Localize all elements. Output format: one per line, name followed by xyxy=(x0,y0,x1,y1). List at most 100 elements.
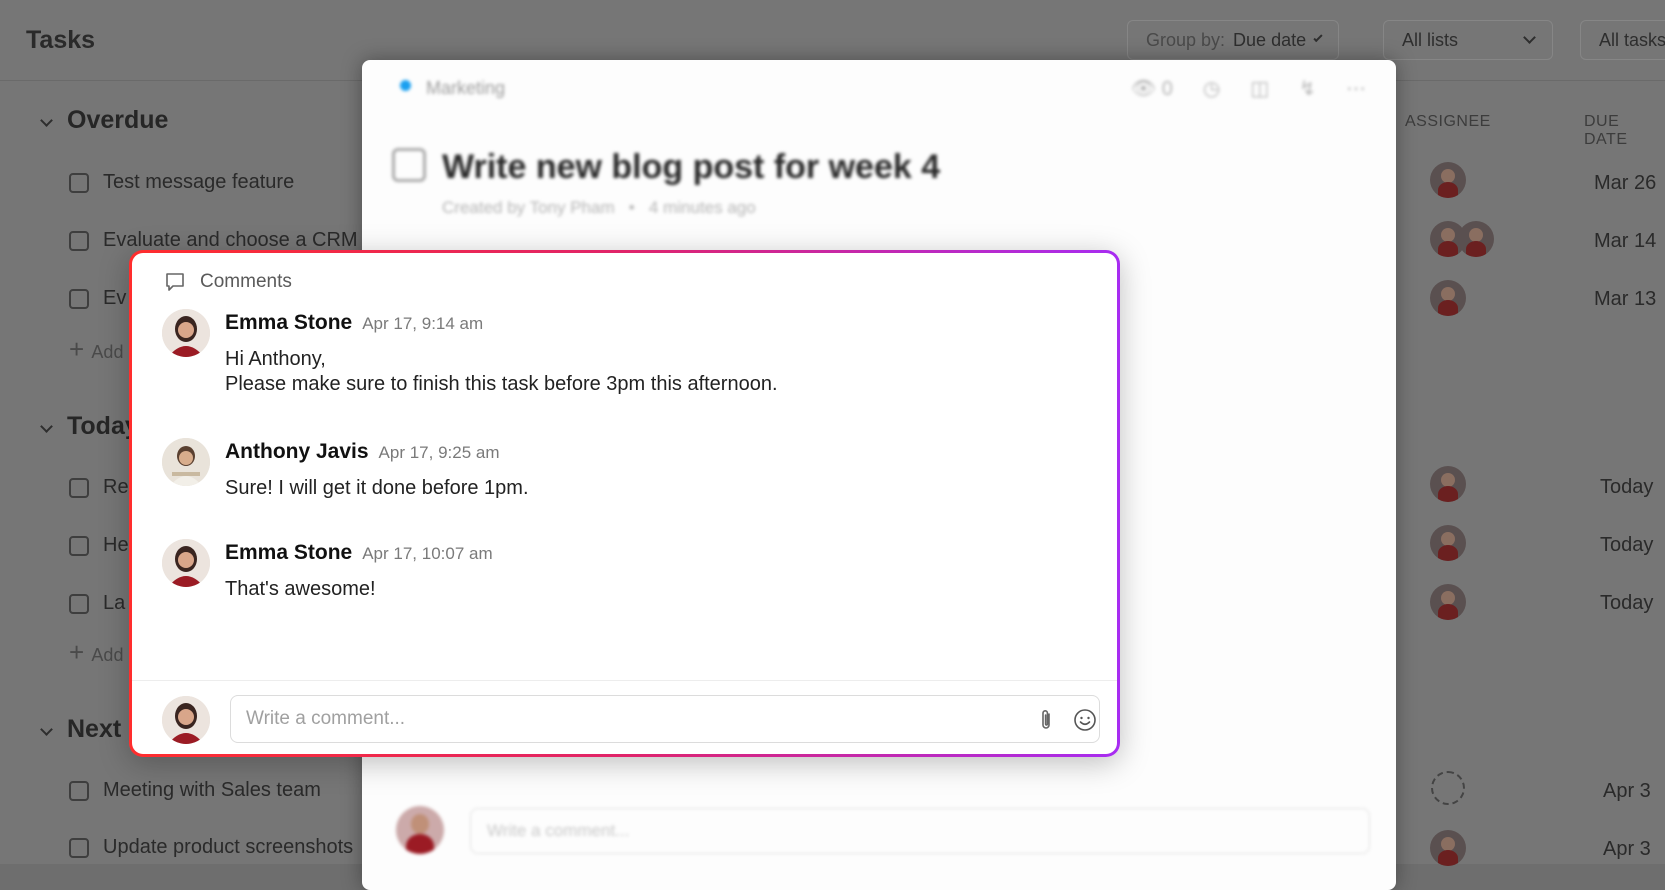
due-date[interactable]: Apr 3 xyxy=(1603,838,1651,861)
task-name: Meeting with Sales team xyxy=(103,779,321,801)
tasks-filter-dropdown[interactable]: All tasks xyxy=(1580,20,1665,60)
task-name: Ev xyxy=(103,287,127,309)
lists-filter-dropdown[interactable]: All lists xyxy=(1383,20,1553,60)
task-row[interactable]: Evaluate and choose a CRM xyxy=(69,229,358,252)
add-task-button[interactable]: + Add xyxy=(69,637,123,668)
comment-author: Emma Stone Apr 17, 9:14 am xyxy=(225,311,484,334)
column-header-due-date: DUE DATE xyxy=(1584,113,1628,148)
task-name: He xyxy=(103,534,129,556)
assignee-avatar[interactable] xyxy=(1430,830,1466,866)
task-checkbox[interactable] xyxy=(69,780,89,801)
section-today[interactable]: Today xyxy=(40,412,139,441)
assignee-avatar[interactable] xyxy=(1458,221,1494,257)
comment-text: Sure! I will get it done before 1pm. xyxy=(225,476,529,501)
comment-composer xyxy=(132,680,1117,754)
assignee-avatar[interactable] xyxy=(1430,466,1466,502)
assignee-avatar[interactable] xyxy=(1430,162,1466,198)
tasks-filter-label: All tasks xyxy=(1599,29,1665,50)
comment-line: Hi Anthony, xyxy=(225,348,326,370)
created-by: Created by Tony Pham xyxy=(442,198,615,217)
lists-filter-label: All lists xyxy=(1402,29,1459,50)
list-breadcrumb[interactable]: Marketing xyxy=(426,78,505,99)
comments-header: Comments xyxy=(164,271,292,293)
group-by-value: Due date xyxy=(1233,29,1307,50)
due-date[interactable]: Today xyxy=(1600,534,1653,557)
comment-time: Apr 17, 9:25 am xyxy=(378,443,500,462)
avatar[interactable] xyxy=(162,539,210,587)
group-by-label: Group by: xyxy=(1146,29,1226,50)
task-row[interactable]: La xyxy=(69,592,125,615)
eye-icon[interactable]: 👁 0 xyxy=(1131,76,1173,101)
add-task-button[interactable]: + Add xyxy=(69,334,123,365)
comment-author: Anthony Javis Apr 17, 9:25 am xyxy=(225,440,500,463)
due-date[interactable]: Apr 3 xyxy=(1603,780,1651,803)
chevron-down-icon xyxy=(1313,32,1323,43)
comment-author: Emma Stone Apr 17, 10:07 am xyxy=(225,541,493,564)
comment-line: That's awesome! xyxy=(225,578,376,600)
section-overdue[interactable]: Overdue xyxy=(40,106,168,135)
task-row[interactable]: Meeting with Sales team xyxy=(69,779,321,802)
task-checkbox[interactable] xyxy=(69,535,89,556)
group-by-dropdown[interactable]: Group by: Due date xyxy=(1127,20,1339,60)
task-name: Test message feature xyxy=(103,171,295,193)
more-icon[interactable]: ⋯ xyxy=(1346,76,1366,101)
task-name: Evaluate and choose a CRM xyxy=(103,229,358,251)
section-next[interactable]: Next xyxy=(40,715,121,744)
task-row[interactable]: He xyxy=(69,534,129,557)
created-ago: 4 minutes ago xyxy=(648,198,756,217)
chevron-down-icon xyxy=(40,723,53,736)
section-label: Next xyxy=(67,715,122,743)
comment-text: Hi Anthony, Please make sure to finish t… xyxy=(225,347,778,397)
section-label: Today xyxy=(67,412,139,440)
assignee-avatar[interactable] xyxy=(1430,525,1466,561)
section-label: Overdue xyxy=(67,106,169,134)
task-checkbox[interactable] xyxy=(69,230,89,251)
comment-bubble-icon xyxy=(166,273,184,291)
list-color-dot xyxy=(400,80,411,91)
timer-icon[interactable]: ◷ xyxy=(1203,76,1220,101)
avatar xyxy=(396,806,444,854)
task-checkbox[interactable] xyxy=(69,172,89,193)
due-date[interactable]: Mar 26 xyxy=(1594,172,1656,195)
add-task-label: Add xyxy=(91,645,124,665)
task-complete-checkbox[interactable] xyxy=(392,148,426,182)
comment-text: That's awesome! xyxy=(225,577,376,602)
task-meta: Created by Tony Pham • 4 minutes ago xyxy=(442,198,756,217)
comment-input[interactable] xyxy=(230,695,1100,743)
due-date[interactable]: Mar 13 xyxy=(1594,288,1656,311)
assignee-avatar[interactable] xyxy=(1430,280,1466,316)
task-name: La xyxy=(103,592,126,614)
avatar[interactable] xyxy=(162,309,210,357)
chevron-down-icon xyxy=(40,114,53,127)
trash-icon[interactable]: ◫ xyxy=(1250,76,1269,101)
avatar xyxy=(162,696,210,744)
panel-comment-input[interactable]: Write a comment... xyxy=(470,808,1370,854)
task-row[interactable]: Re xyxy=(69,476,129,499)
avatar[interactable] xyxy=(162,438,210,486)
due-date[interactable]: Today xyxy=(1600,592,1653,615)
due-date[interactable]: Today xyxy=(1600,476,1653,499)
task-checkbox[interactable] xyxy=(69,837,89,858)
task-row[interactable]: Ev xyxy=(69,287,126,310)
due-date[interactable]: Mar 14 xyxy=(1594,230,1656,253)
task-checkbox[interactable] xyxy=(69,593,89,614)
add-task-label: Add xyxy=(91,342,124,362)
task-checkbox[interactable] xyxy=(69,288,89,309)
assignee-avatar[interactable] xyxy=(1430,584,1466,620)
comment-line: Sure! I will get it done before 1pm. xyxy=(225,477,529,499)
comments-header-label: Comments xyxy=(200,271,292,292)
comment-line: Please make sure to finish this task bef… xyxy=(225,373,778,395)
unassigned-avatar-icon[interactable] xyxy=(1431,771,1465,805)
task-title[interactable]: Write new blog post for week 4 xyxy=(442,148,940,187)
chevron-down-icon xyxy=(1523,31,1536,44)
paperclip-icon[interactable] xyxy=(1037,708,1055,732)
page-title: Tasks xyxy=(26,26,96,54)
watchers-count: 0 xyxy=(1161,78,1173,100)
smiley-icon[interactable] xyxy=(1073,708,1097,732)
activity-icon[interactable]: ↯ xyxy=(1299,76,1316,101)
comments-card: Comments Emma Stone Apr 17, 9:14 am Hi An… xyxy=(129,250,1120,757)
task-name: Re xyxy=(103,476,129,498)
task-checkbox[interactable] xyxy=(69,477,89,498)
task-row[interactable]: Test message feature xyxy=(69,171,294,194)
task-row[interactable]: Update product screenshots xyxy=(69,836,353,859)
